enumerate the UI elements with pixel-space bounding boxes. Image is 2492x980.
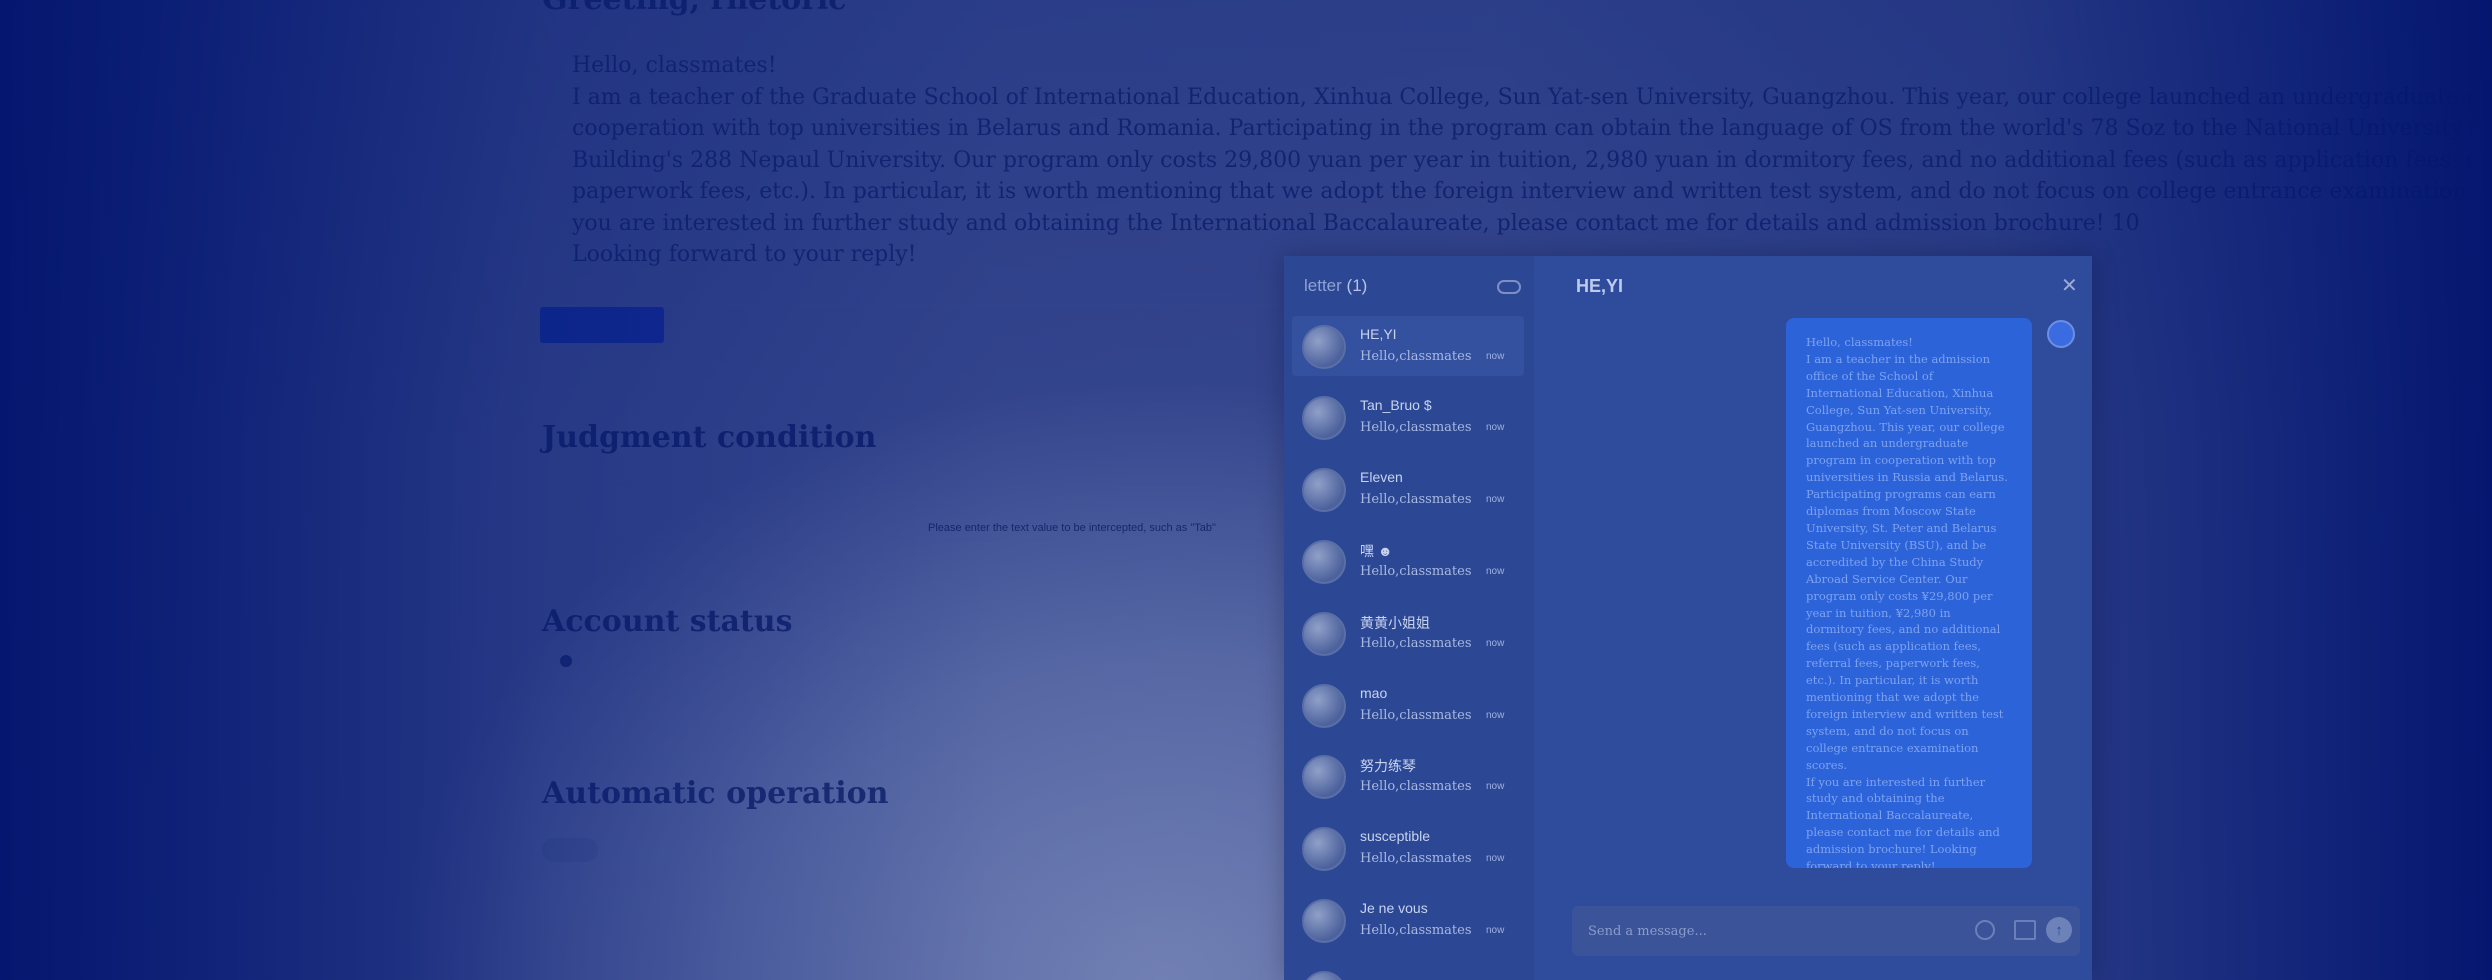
list-item[interactable]: mao Hello,classmates now — [1292, 675, 1524, 735]
contact-preview: Hello,classmates — [1360, 851, 1472, 866]
message-line: Building's 288 Nepaul University. Our pr… — [572, 147, 2472, 173]
bubble-paragraph: I am a teacher in the admission office o… — [1806, 351, 2008, 772]
contact-time: now — [1486, 853, 1505, 864]
avatar — [1302, 540, 1346, 584]
section-title-greeting: Greeting, rhetoric — [542, 0, 847, 17]
message-line: Hello, classmates! — [572, 53, 777, 78]
toggle-switch[interactable] — [542, 838, 598, 862]
list-item[interactable]: 嘿 ☻ Hello,classmates now — [1292, 531, 1524, 591]
avatar — [2047, 320, 2075, 348]
send-button[interactable]: ↑ — [2046, 917, 2072, 943]
avatar — [1302, 684, 1346, 728]
bubble-paragraph: Hello, classmates! — [1806, 335, 1913, 349]
section-title-account: Account status — [542, 604, 793, 639]
divider — [540, 540, 1280, 541]
list-item[interactable] — [1292, 962, 1524, 980]
emoji-icon[interactable] — [1975, 920, 1995, 940]
avatar — [1302, 971, 1346, 980]
contact-name: 黄黄小姐姐 — [1360, 615, 1430, 631]
contact-preview: Hello,classmates — [1360, 636, 1472, 651]
settings-page: Greeting, rhetoric Hello, classmates! I … — [0, 0, 2492, 980]
contact-time: now — [1486, 925, 1505, 936]
contact-preview: Hello,classmates — [1360, 492, 1472, 507]
message-line: paperwork fees, etc.). In particular, it… — [572, 179, 2472, 204]
conversation-list: letter (1) HE,YI Hello,classmates now Ta… — [1284, 256, 1534, 980]
table-header-line — [920, 484, 1280, 485]
greeting-message: Hello, classmates! I am a teacher of the… — [572, 50, 2472, 271]
section-title-automatic: Automatic operation — [542, 776, 889, 811]
list-item[interactable]: Eleven Hello,classmates now — [1292, 459, 1524, 519]
message-composer: ↑ — [1572, 906, 2080, 956]
list-item[interactable]: Tan_Bruo $ Hello,classmates now — [1292, 387, 1524, 447]
bubble-paragraph: If you are interested in further study a… — [1806, 774, 2000, 868]
contact-name: susceptible — [1360, 828, 1431, 844]
section-title-judgment: Judgment condition — [542, 420, 877, 455]
message-input[interactable] — [1588, 920, 1948, 942]
message-bubble: Hello, classmates! I am a teacher in the… — [1786, 318, 2032, 868]
avatar — [1302, 827, 1346, 871]
contact-time: now — [1486, 638, 1505, 649]
contact-preview: Hello,classmates — [1360, 349, 1472, 364]
account-status-radio[interactable] — [560, 655, 572, 667]
save-button[interactable] — [540, 307, 664, 343]
header-label: letter — [1304, 276, 1342, 295]
list-item[interactable]: 黄黄小姐姐 Hello,classmates now — [1292, 603, 1524, 663]
contact-time: now — [1486, 494, 1505, 505]
conversation-list-header: letter (1) — [1304, 276, 1367, 296]
close-icon[interactable]: ✕ — [2061, 273, 2078, 298]
list-item[interactable]: Je ne vous Hello,classmates now — [1292, 890, 1524, 950]
message-line: I am a teacher of the Graduate School of… — [572, 84, 2472, 110]
chat-dialog: letter (1) HE,YI Hello,classmates now Ta… — [1284, 256, 2092, 980]
contact-name: Je ne vous — [1360, 900, 1428, 916]
conversation-title: HE,YI — [1576, 276, 1624, 296]
avatar — [1302, 755, 1346, 799]
avatar — [1302, 325, 1346, 369]
contact-preview: Hello,classmates — [1360, 708, 1472, 723]
contact-preview: Hello,classmates — [1360, 779, 1472, 794]
judgment-condition-input[interactable]: Please enter the text value to be interc… — [928, 522, 1216, 534]
contact-name: 嘿 ☻ — [1360, 543, 1393, 559]
contact-name: 努力练琴 — [1360, 758, 1416, 774]
table-header-line — [540, 484, 910, 485]
contact-time: now — [1486, 710, 1505, 721]
image-icon[interactable] — [2014, 920, 2036, 940]
collapse-icon[interactable] — [1497, 280, 1521, 294]
contact-time: now — [1486, 422, 1505, 433]
contact-preview: Hello,classmates — [1360, 564, 1472, 579]
message-line: you are interested in further study and … — [572, 210, 2140, 236]
list-item[interactable]: 努力练琴 Hello,classmates now — [1292, 746, 1524, 806]
avatar — [1302, 612, 1346, 656]
contact-time: now — [1486, 566, 1505, 577]
contact-time: now — [1486, 351, 1505, 362]
avatar — [1302, 899, 1346, 943]
unread-count: (1) — [1346, 276, 1368, 295]
contact-preview: Hello,classmates — [1360, 923, 1472, 938]
contact-preview: Hello,classmates — [1360, 420, 1472, 435]
divider — [540, 305, 1280, 306]
avatar — [1302, 396, 1346, 440]
avatar — [1302, 468, 1346, 512]
contact-name: Eleven — [1360, 469, 1403, 485]
list-item[interactable]: HE,YI Hello,classmates now — [1292, 316, 1524, 376]
list-item[interactable]: susceptible Hello,classmates now — [1292, 818, 1524, 878]
contact-name: mao — [1360, 685, 1388, 701]
contact-time: now — [1486, 781, 1505, 792]
message-line: cooperation with top universities in Bel… — [572, 116, 2472, 141]
contact-name: HE,YI — [1360, 326, 1397, 342]
contact-name: Tan_Bruo $ — [1360, 397, 1432, 413]
